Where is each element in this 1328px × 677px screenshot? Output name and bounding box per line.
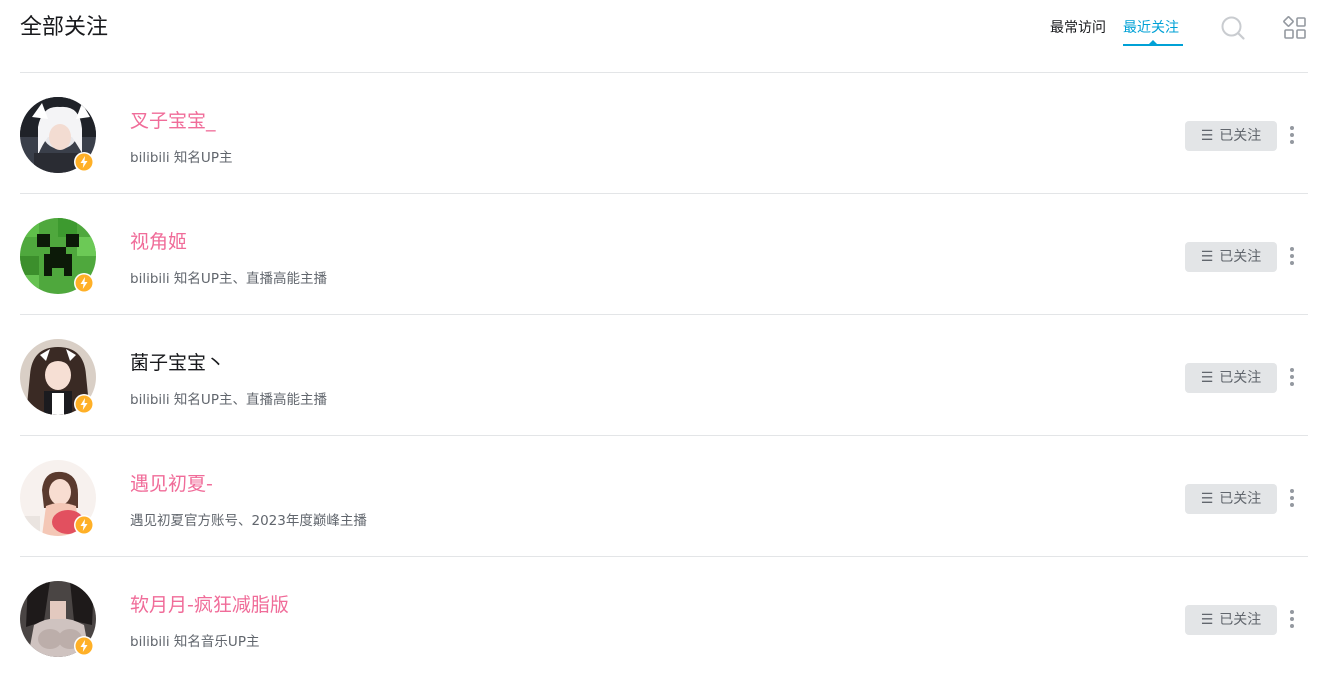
user-description: 遇见初夏官方账号、2023年度巅峰主播 [130,513,367,529]
lightning-badge-icon [74,515,94,535]
followed-button[interactable]: ☰ 已关注 [1185,605,1277,635]
menu-icon: ☰ [1200,491,1214,507]
search-icon[interactable] [1220,15,1246,41]
followed-button[interactable]: ☰ 已关注 [1185,242,1277,272]
list-item: 叉子宝宝_ bilibili 知名UP主 ☰ 已关注 [20,73,1308,194]
user-description: bilibili 知名UP主、直播高能主播 [130,271,327,287]
more-vertical-icon[interactable] [1286,124,1298,148]
more-vertical-icon[interactable] [1286,487,1298,511]
lightning-badge-icon [74,394,94,414]
user-name[interactable]: 软月月-疯狂减脂版 [130,592,289,618]
list-item: 视角姬 bilibili 知名UP主、直播高能主播 ☰ 已关注 [20,194,1308,315]
list-item: 菌子宝宝丶 bilibili 知名UP主、直播高能主播 ☰ 已关注 [20,315,1308,436]
followed-label: 已关注 [1219,249,1262,265]
followed-label: 已关注 [1219,128,1262,144]
menu-icon: ☰ [1200,249,1214,265]
user-description: bilibili 知名音乐UP主 [130,634,260,650]
followed-button[interactable]: ☰ 已关注 [1185,121,1277,151]
tab-most-visited[interactable]: 最常访问 [1050,18,1106,38]
followed-label: 已关注 [1219,491,1262,507]
tab-active-underline [1123,44,1183,46]
layout-grid-icon[interactable] [1282,15,1308,41]
followed-button[interactable]: ☰ 已关注 [1185,363,1277,393]
lightning-badge-icon [74,273,94,293]
followed-button[interactable]: ☰ 已关注 [1185,484,1277,514]
user-name[interactable]: 视角姬 [130,229,187,255]
user-description: bilibili 知名UP主 [130,150,233,166]
tab-recently-followed[interactable]: 最近关注 [1123,18,1179,38]
menu-icon: ☰ [1200,370,1214,386]
lightning-badge-icon [74,636,94,656]
following-list: 叉子宝宝_ bilibili 知名UP主 ☰ 已关注 视角姬 bilibili … [20,73,1308,677]
user-description: bilibili 知名UP主、直播高能主播 [130,392,327,408]
followed-label: 已关注 [1219,612,1262,628]
user-name[interactable]: 菌子宝宝丶 [130,350,225,376]
more-vertical-icon[interactable] [1286,366,1298,390]
lightning-badge-icon [74,152,94,172]
page-header: 全部关注 最常访问 最近关注 [20,0,1308,73]
menu-icon: ☰ [1200,128,1214,144]
user-name[interactable]: 遇见初夏- [130,471,213,497]
followed-label: 已关注 [1219,370,1262,386]
list-item: 遇见初夏- 遇见初夏官方账号、2023年度巅峰主播 ☰ 已关注 [20,436,1308,557]
user-name[interactable]: 叉子宝宝_ [130,108,216,134]
more-vertical-icon[interactable] [1286,608,1298,632]
page-title: 全部关注 [20,15,109,40]
list-item: 软月月-疯狂减脂版 bilibili 知名音乐UP主 ☰ 已关注 [20,557,1308,677]
more-vertical-icon[interactable] [1286,245,1298,269]
menu-icon: ☰ [1200,612,1214,628]
